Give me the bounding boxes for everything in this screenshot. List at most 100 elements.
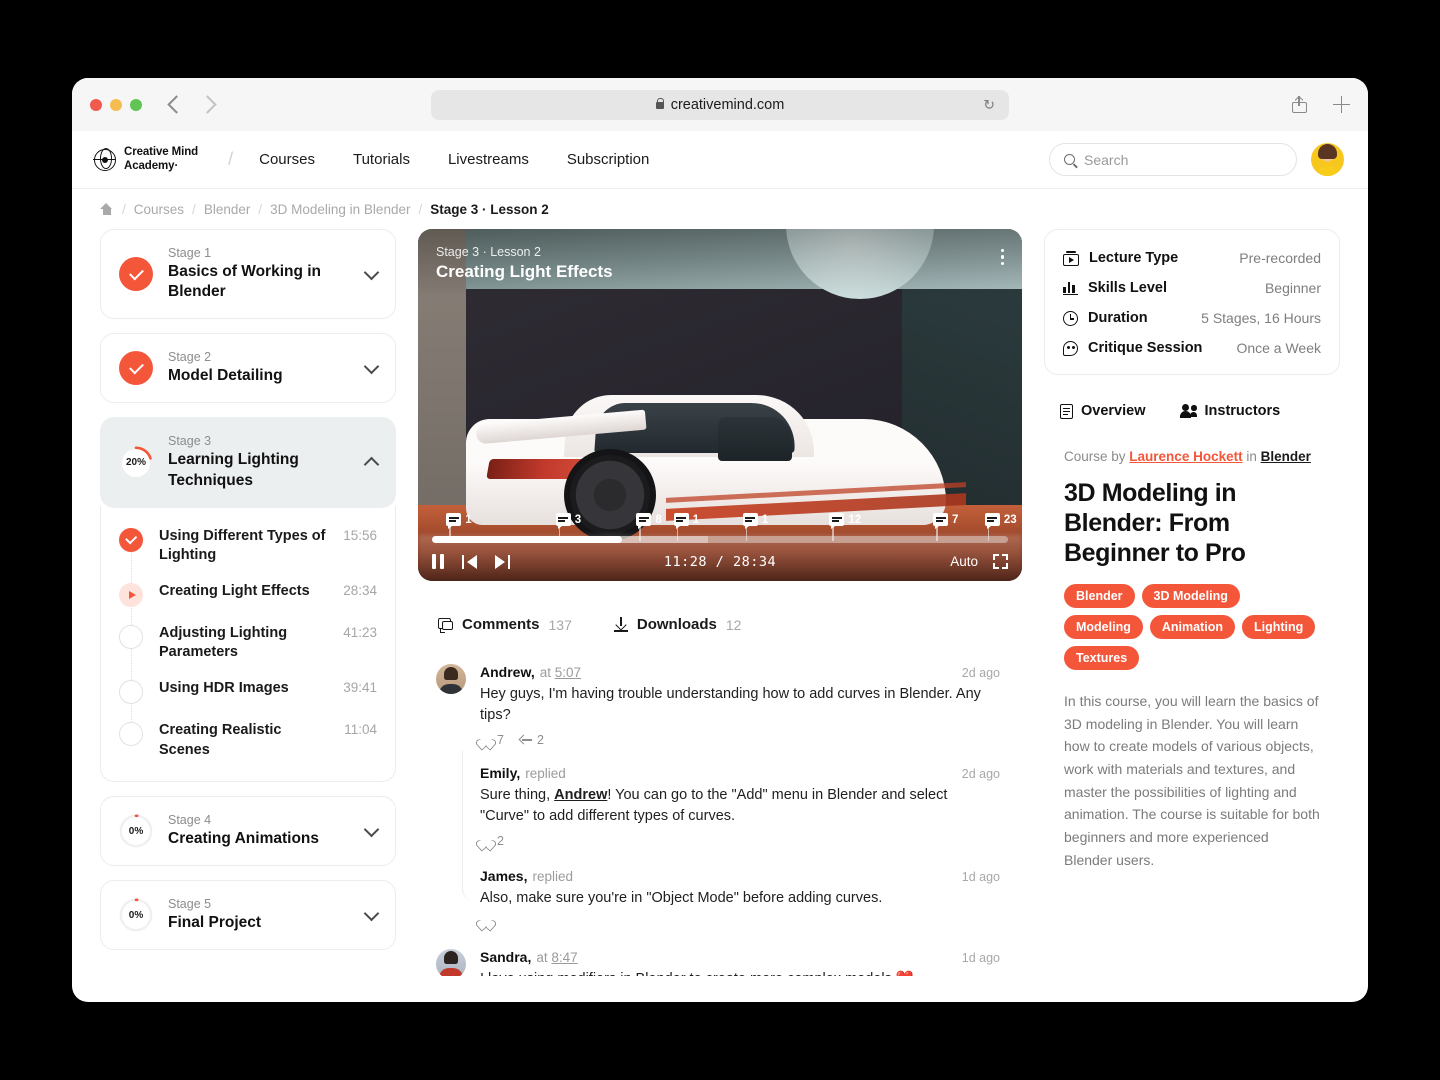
pause-icon[interactable] bbox=[432, 554, 444, 569]
chevron-down-icon[interactable] bbox=[363, 905, 380, 922]
comment-marker-icon bbox=[829, 513, 845, 529]
chevron-up-icon[interactable] bbox=[363, 456, 380, 473]
comment-marker[interactable]: 1 bbox=[742, 513, 768, 541]
browser-nav-buttons[interactable] bbox=[167, 95, 217, 114]
comment-marker[interactable]: 1 bbox=[446, 513, 472, 541]
like-button[interactable]: 2 bbox=[480, 834, 504, 848]
comment-timestamp-link[interactable]: 5:07 bbox=[555, 665, 581, 680]
stage-card-4[interactable]: 0% Stage 4 Creating Animations bbox=[100, 796, 396, 867]
new-tab-icon[interactable] bbox=[1333, 96, 1350, 113]
stage-card-1[interactable]: Stage 1 Basics of Working in Blender bbox=[100, 229, 396, 320]
stage-card-5[interactable]: 0% Stage 5 Final Project bbox=[100, 880, 396, 951]
chevron-down-icon[interactable] bbox=[363, 821, 380, 837]
share-icon[interactable] bbox=[1292, 95, 1307, 113]
tag-textures[interactable]: Textures bbox=[1064, 646, 1140, 670]
tag-animation[interactable]: Animation bbox=[1149, 615, 1235, 639]
lesson-item[interactable]: Creating Realistic Scenes 11:04 bbox=[119, 716, 377, 765]
tag-blender[interactable]: Blender bbox=[1064, 584, 1135, 608]
skills-icon bbox=[1063, 281, 1078, 295]
home-icon[interactable] bbox=[100, 203, 113, 215]
heart-icon bbox=[480, 836, 492, 847]
breadcrumb-item-blender[interactable]: Blender bbox=[204, 202, 251, 217]
comment-age: 1d ago bbox=[961, 870, 1000, 885]
fullscreen-icon[interactable] bbox=[993, 554, 1008, 569]
category-link[interactable]: Blender bbox=[1261, 449, 1311, 464]
header-actions: Search bbox=[1049, 143, 1344, 176]
lesson-status-playing-icon bbox=[119, 582, 143, 607]
site-logo[interactable]: Creative Mind Academy· bbox=[93, 145, 199, 174]
more-options-icon[interactable] bbox=[1000, 245, 1004, 266]
nav-item-livestreams[interactable]: Livestreams bbox=[448, 151, 529, 168]
lesson-item[interactable]: Using Different Types of Lighting 15:56 bbox=[119, 522, 377, 583]
tab-comments[interactable]: Comments 137 bbox=[418, 603, 594, 645]
info-row-skills-level: Skills Level Beginner bbox=[1063, 276, 1321, 300]
comment-marker[interactable]: 23 bbox=[984, 513, 1017, 541]
video-player[interactable]: Stage 3 · Lesson 2 Creating Light Effect… bbox=[418, 229, 1022, 581]
back-arrow-icon[interactable] bbox=[167, 95, 186, 114]
video-quality-button[interactable]: Auto bbox=[950, 554, 978, 569]
breadcrumb-item-courses[interactable]: Courses bbox=[134, 202, 184, 217]
comment-marker[interactable]: 7 bbox=[933, 513, 958, 541]
like-button[interactable] bbox=[480, 916, 492, 927]
window-traffic-lights[interactable] bbox=[90, 98, 142, 111]
reload-icon[interactable]: ↻ bbox=[983, 96, 995, 113]
download-icon bbox=[613, 617, 628, 632]
progress-ring-label: 20% bbox=[125, 457, 146, 469]
address-bar[interactable]: creativemind.com ↻ bbox=[431, 89, 1009, 120]
byline-prefix: Course by bbox=[1064, 449, 1126, 464]
tab-comments-label: Comments bbox=[462, 616, 540, 633]
tab-downloads-label: Downloads bbox=[636, 616, 717, 633]
nav-item-courses[interactable]: Courses bbox=[259, 151, 315, 168]
video-progress-bar[interactable] bbox=[432, 536, 1008, 543]
info-label: Skills Level bbox=[1088, 280, 1167, 296]
stage-card-3[interactable]: 20% Stage 3 Learning Lighting Techniques bbox=[100, 417, 396, 508]
stage-title: Learning Lighting Techniques bbox=[168, 451, 299, 489]
close-window-button[interactable] bbox=[90, 98, 102, 111]
breadcrumb-item-course[interactable]: 3D Modeling in Blender bbox=[270, 202, 410, 217]
comment-marker[interactable]: 1 bbox=[673, 513, 699, 541]
comment-mention-link[interactable]: Andrew bbox=[554, 787, 607, 803]
forward-arrow-icon[interactable] bbox=[198, 95, 217, 114]
lesson-item[interactable]: Using HDR Images 39:41 bbox=[119, 674, 377, 722]
search-input[interactable]: Search bbox=[1049, 143, 1297, 176]
video-eyebrow: Stage 3 · Lesson 2 bbox=[436, 245, 541, 259]
info-row-duration: Duration 5 Stages, 16 Hours bbox=[1063, 306, 1321, 330]
chevron-down-icon[interactable] bbox=[363, 358, 380, 375]
site-header: Creative Mind Academy· / Courses Tutoria… bbox=[72, 131, 1368, 189]
lesson-title: Using Different Types of Lighting bbox=[159, 527, 326, 564]
comment-text: Sure thing, Andrew! You can go to the "A… bbox=[480, 785, 1000, 827]
next-icon[interactable] bbox=[494, 554, 510, 569]
maximize-window-button[interactable] bbox=[130, 98, 142, 111]
page-title: 3D Modeling in Blender: From Beginner to… bbox=[1064, 479, 1246, 567]
info-row-lecture-type: Lecture Type Pre-recorded bbox=[1063, 246, 1321, 270]
tab-instructors[interactable]: Instructors bbox=[1164, 391, 1299, 430]
logo-line-1: Creative Mind bbox=[124, 145, 199, 158]
comment-timestamp-link[interactable]: 8:47 bbox=[551, 950, 577, 965]
nav-item-subscription[interactable]: Subscription bbox=[567, 151, 650, 168]
stage-card-2[interactable]: Stage 2 Model Detailing bbox=[100, 333, 396, 404]
minimize-window-button[interactable] bbox=[110, 98, 122, 111]
tab-overview[interactable]: Overview bbox=[1044, 391, 1164, 430]
tab-instructors-label: Instructors bbox=[1204, 403, 1281, 419]
nav-item-tutorials[interactable]: Tutorials bbox=[353, 151, 410, 168]
comment-marker-icon bbox=[446, 513, 462, 529]
breadcrumb: / Courses / Blender / 3D Modeling in Ble… bbox=[72, 189, 1368, 229]
lesson-item[interactable]: Adjusting Lighting Parameters 41:23 bbox=[119, 619, 377, 680]
lesson-item[interactable]: Creating Light Effects 28:34 bbox=[119, 577, 377, 625]
instructor-link[interactable]: Laurence Hockett bbox=[1129, 449, 1242, 464]
avatar[interactable] bbox=[1311, 143, 1344, 176]
comment-text-pre: Sure thing, bbox=[480, 787, 555, 804]
tag-lighting[interactable]: Lighting bbox=[1241, 615, 1316, 639]
comment-item: Sandra, at 8:47 1d ago I love using modi… bbox=[436, 949, 1000, 976]
tab-downloads[interactable]: Downloads 12 bbox=[594, 603, 764, 645]
tag-modeling[interactable]: Modeling bbox=[1064, 615, 1143, 639]
tag-3d-modeling[interactable]: 3D Modeling bbox=[1141, 584, 1240, 608]
chevron-down-icon[interactable] bbox=[363, 264, 380, 280]
reply-button[interactable]: 2 bbox=[520, 733, 544, 747]
comment-marker[interactable]: 8 bbox=[636, 513, 662, 541]
previous-icon[interactable] bbox=[461, 554, 477, 569]
comment-marker[interactable]: 3 bbox=[555, 513, 581, 541]
comment-marker[interactable]: 12 bbox=[829, 513, 861, 541]
lesson-status-todo-icon bbox=[119, 721, 143, 746]
like-button[interactable]: 7 bbox=[480, 733, 504, 747]
